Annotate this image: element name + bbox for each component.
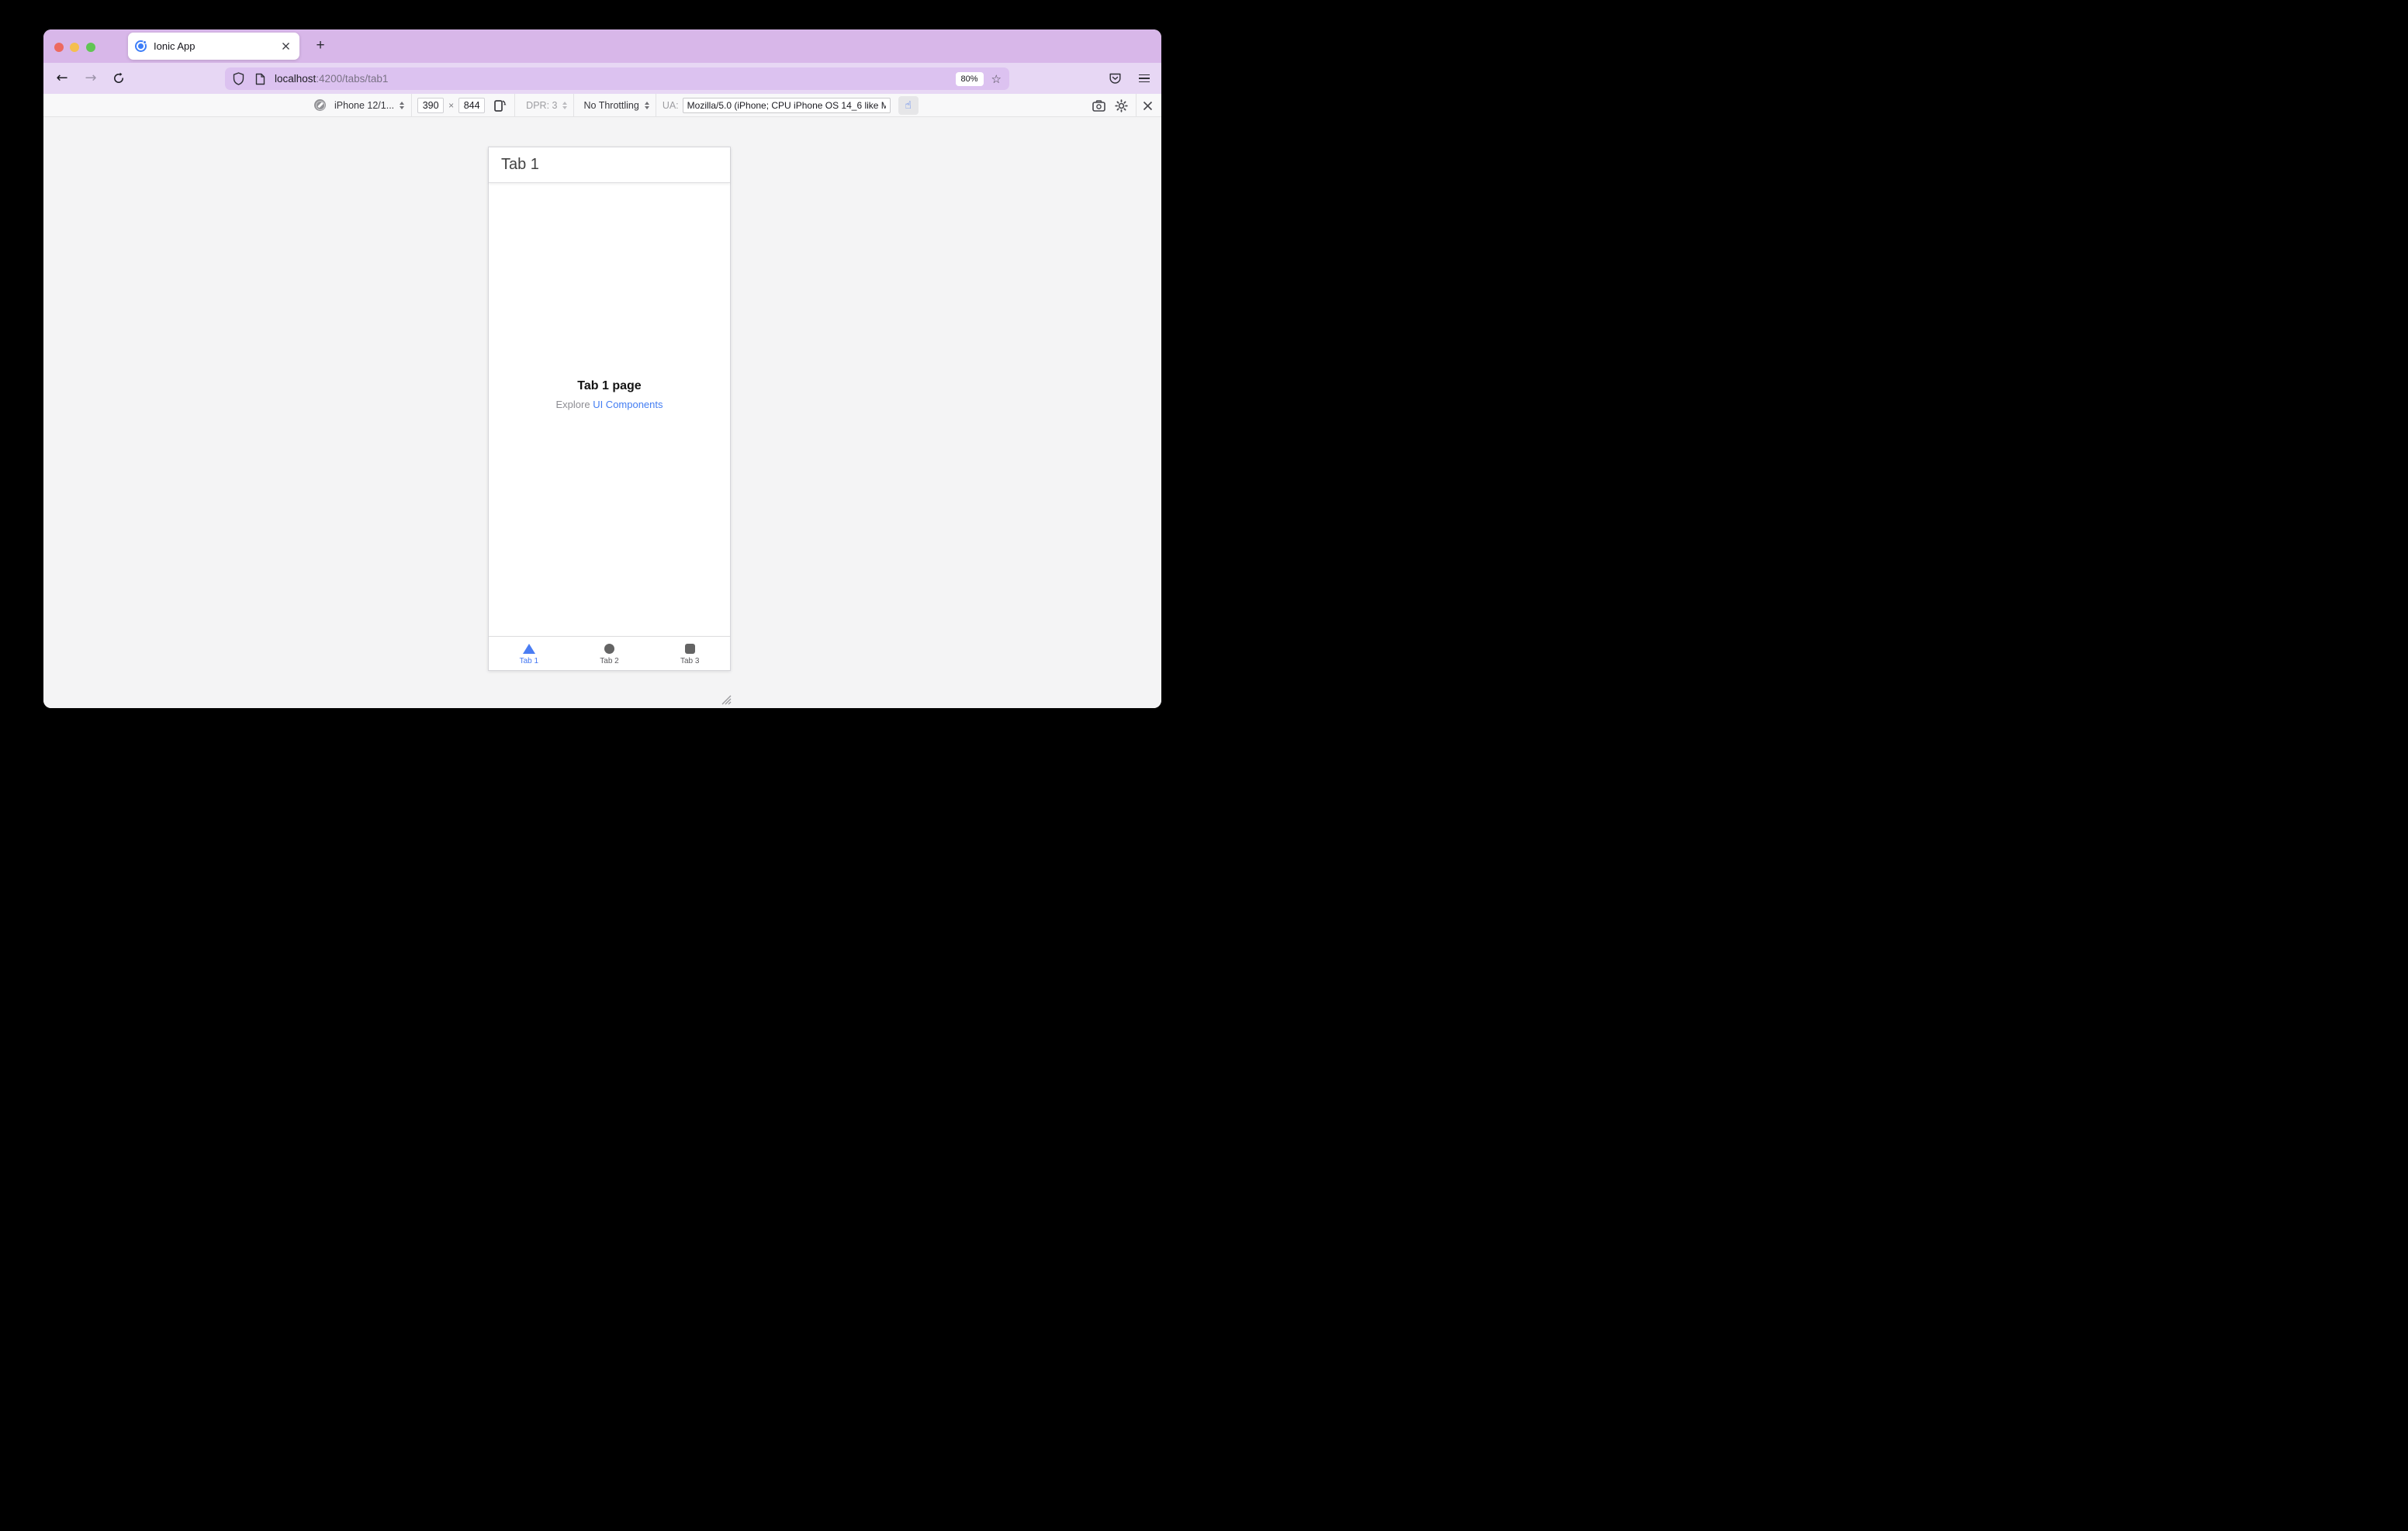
- forward-icon: →: [85, 70, 97, 86]
- app-tab-3[interactable]: Tab 3: [649, 637, 730, 670]
- throttling-chevrons[interactable]: [644, 101, 649, 109]
- touch-simulation-button[interactable]: ☝: [898, 95, 919, 115]
- app-tab-label: Tab 1: [519, 656, 539, 665]
- app-tab-1[interactable]: Tab 1: [489, 637, 569, 670]
- touch-hand-icon: ☝: [905, 98, 912, 112]
- page-content: Tab 1 page Explore UI Components: [489, 379, 730, 410]
- menu-button[interactable]: [1136, 63, 1153, 94]
- page-icon[interactable]: [255, 73, 265, 85]
- viewport-height-input[interactable]: [458, 97, 486, 113]
- reload-button[interactable]: [109, 63, 128, 94]
- pocket-button[interactable]: [1106, 63, 1123, 94]
- device-selector[interactable]: iPhone 12/1...: [334, 100, 394, 111]
- url-path: :4200/tabs/tab1: [316, 73, 389, 85]
- dpr-chevrons: [562, 101, 568, 109]
- app-tab-bar: Tab 1 Tab 2 Tab 3: [489, 636, 730, 670]
- device-selector-chevrons[interactable]: [400, 101, 405, 109]
- page-title: Tab 1 page: [577, 379, 642, 392]
- app-header: Tab 1: [489, 147, 730, 183]
- device-browser-compass-icon: [314, 99, 326, 111]
- viewport-resize-handle[interactable]: [721, 694, 732, 705]
- device-viewport: Tab 1 Tab 1 page Explore UI Components T…: [488, 147, 731, 671]
- pocket-icon: [1109, 73, 1120, 84]
- user-agent-input[interactable]: [682, 97, 891, 113]
- url-host: localhost: [275, 73, 317, 85]
- app-tab-2[interactable]: Tab 2: [569, 637, 650, 670]
- dimension-separator: ×: [448, 99, 455, 111]
- circle-icon: [604, 643, 614, 654]
- rdm-toolbar: iPhone 12/1... × DPR: 3 No Throttling UA…: [43, 94, 1161, 117]
- forward-button[interactable]: →: [81, 63, 100, 94]
- close-window-button[interactable]: [54, 43, 64, 52]
- browser-tab-ionic-app[interactable]: Ionic App: [128, 33, 299, 60]
- back-button[interactable]: ←: [53, 63, 71, 94]
- resize-grip-icon: [721, 695, 732, 705]
- bookmark-star-icon[interactable]: ☆: [991, 72, 1002, 86]
- viewport-width-input[interactable]: [417, 97, 445, 113]
- shield-icon[interactable]: [233, 72, 244, 85]
- navigation-bar: ← → localhost:4200/tabs/tab1 80% ☆: [43, 63, 1161, 94]
- app-tab-label: Tab 3: [680, 656, 700, 665]
- reload-icon: [114, 72, 123, 83]
- browser-tab-title: Ionic App: [154, 40, 195, 52]
- close-icon: [1143, 101, 1153, 110]
- subtitle-text: Explore: [555, 399, 593, 410]
- camera-icon: [1092, 99, 1105, 112]
- ua-label: UA:: [662, 99, 679, 111]
- browser-window: Ionic App + ← → localhost:4200/tabs/tab1: [43, 29, 1161, 708]
- tab-strip: Ionic App +: [43, 29, 1161, 63]
- minimize-window-button[interactable]: [70, 43, 79, 52]
- ui-components-link[interactable]: UI Components: [593, 399, 663, 410]
- app-tab-label: Tab 2: [600, 656, 619, 665]
- url-bar[interactable]: localhost:4200/tabs/tab1 80% ☆: [225, 67, 1009, 90]
- rotate-viewport-icon: [494, 100, 507, 112]
- page-zoom-badge[interactable]: 80%: [955, 71, 984, 86]
- rotate-viewport-button[interactable]: [493, 94, 507, 117]
- close-tab-icon[interactable]: [279, 40, 292, 53]
- zoom-window-button[interactable]: [86, 43, 95, 52]
- screenshot-button[interactable]: [1092, 94, 1105, 117]
- gear-icon: [1115, 98, 1128, 112]
- rdm-content-area: Tab 1 Tab 1 page Explore UI Components T…: [43, 117, 1161, 708]
- square-icon: [684, 643, 695, 654]
- ionic-logo-icon: [135, 40, 147, 52]
- close-rdm-button[interactable]: [1143, 94, 1153, 117]
- triangle-icon: [522, 643, 535, 654]
- app-header-title: Tab 1: [501, 156, 539, 173]
- dpr-selector: DPR: 3: [526, 99, 558, 111]
- page-subtitle: Explore UI Components: [489, 399, 730, 410]
- new-tab-button[interactable]: +: [310, 35, 331, 57]
- back-icon: ←: [56, 70, 68, 86]
- rdm-settings-button[interactable]: [1115, 94, 1128, 117]
- url-text: localhost:4200/tabs/tab1: [275, 73, 388, 85]
- throttling-selector[interactable]: No Throttling: [583, 100, 638, 111]
